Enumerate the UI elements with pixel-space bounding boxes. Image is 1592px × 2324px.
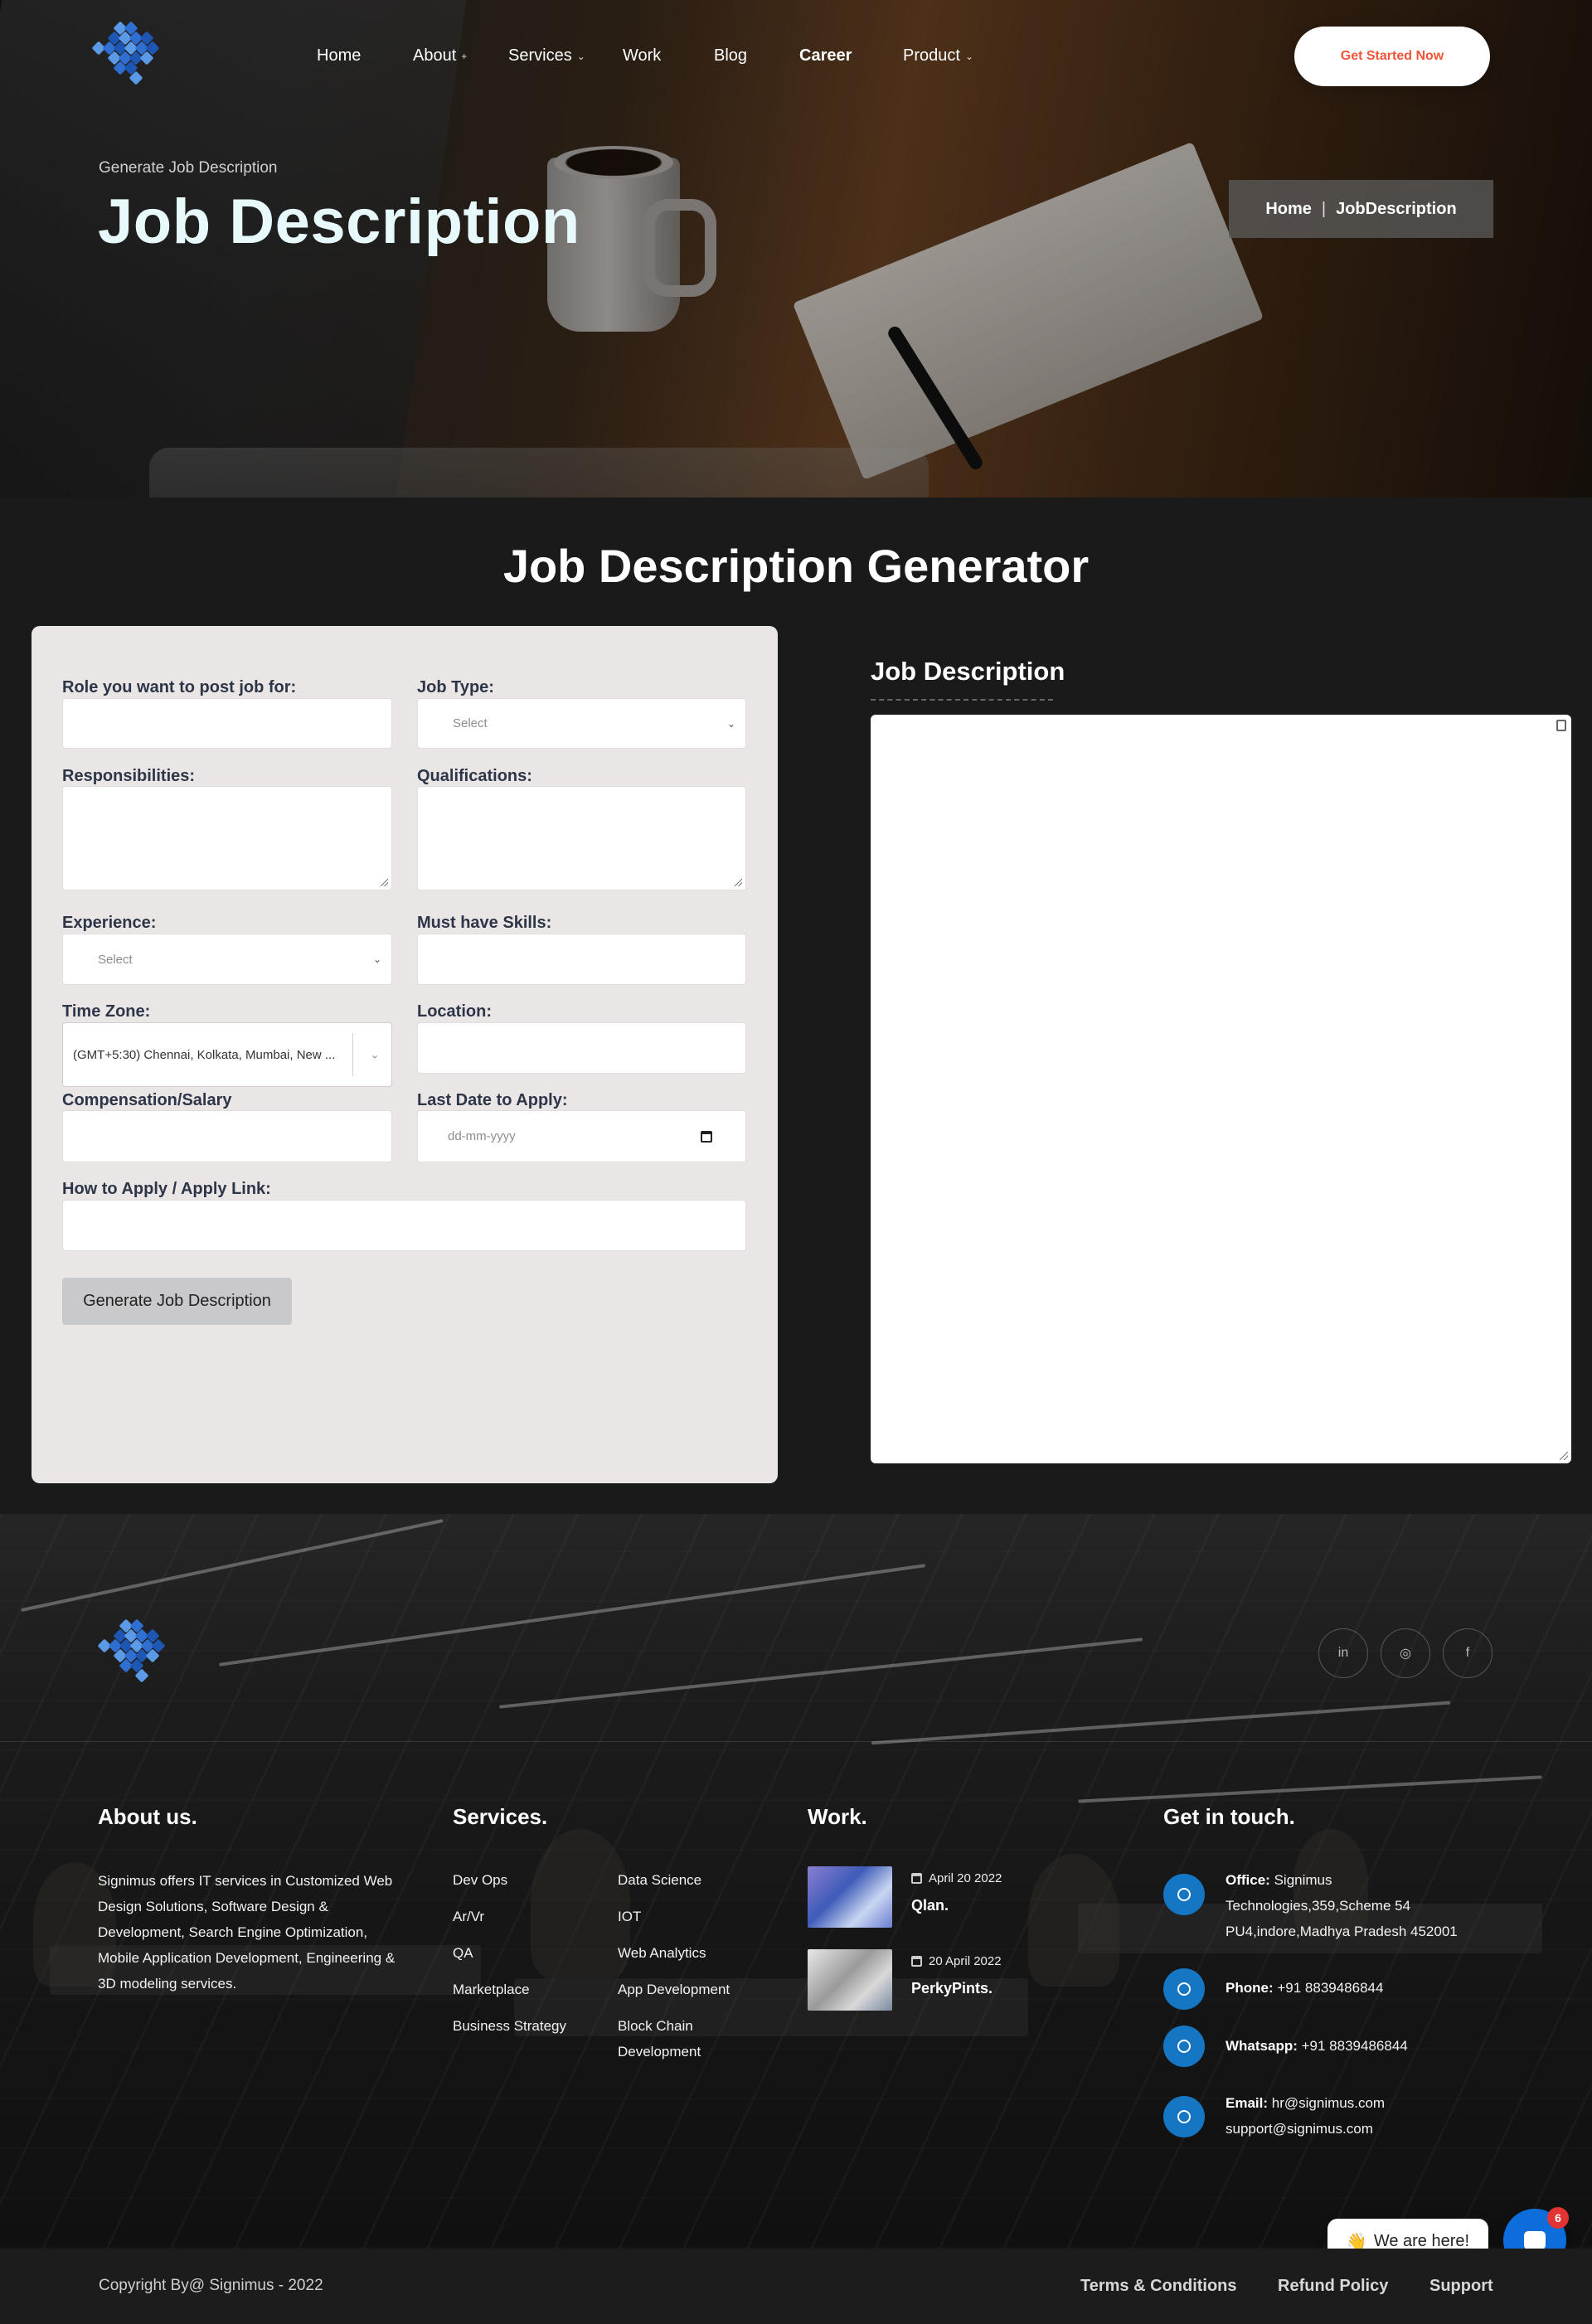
resize-handle[interactable] xyxy=(1560,1452,1568,1460)
service-link[interactable]: Ar/Vr xyxy=(453,1904,484,1929)
work-thumbnail[interactable] xyxy=(808,1949,892,2011)
contact-title: Get in touch. xyxy=(1163,1804,1295,1829)
about-title: About us. xyxy=(98,1804,197,1829)
service-link[interactable]: Block Chain Development xyxy=(618,2013,742,2064)
phone-icon xyxy=(1163,1968,1205,2010)
services-title: Services. xyxy=(453,1804,548,1829)
chevron-down-icon: ⌄ xyxy=(576,50,585,62)
breadcrumb-separator: | xyxy=(1321,199,1327,218)
chevron-down-icon: ⌄ xyxy=(726,717,735,730)
role-input[interactable] xyxy=(62,698,392,749)
breadcrumb-home-link[interactable]: Home xyxy=(1265,200,1312,219)
breadcrumb: Home | JobDescription xyxy=(1229,180,1493,238)
job-type-label: Job Type: xyxy=(417,678,494,696)
refund-policy-link[interactable]: Refund Policy xyxy=(1278,2277,1388,2296)
experience-select[interactable]: Select ⌄ xyxy=(62,934,392,985)
service-link[interactable]: Data Science xyxy=(618,1867,701,1893)
nav-item-home[interactable]: Home xyxy=(317,46,361,65)
copy-icon[interactable] xyxy=(1556,720,1566,731)
work-date: 20 April 2022 xyxy=(911,1954,1002,1968)
skills-label: Must have Skills: xyxy=(417,914,552,932)
about-text: Signimus offers IT services in Customize… xyxy=(98,1873,396,1992)
service-link[interactable]: Dev Ops xyxy=(453,1867,507,1893)
calendar-icon xyxy=(911,1956,922,1967)
nav-item-about[interactable]: About + xyxy=(413,46,467,65)
office-address: Office: Signimus Technologies,359,Scheme… xyxy=(1226,1872,1458,1939)
facebook-icon[interactable]: f xyxy=(1443,1628,1492,1678)
footer-logo[interactable] xyxy=(97,1618,174,1689)
service-link[interactable]: Marketplace xyxy=(453,1977,530,2002)
nav-item-work[interactable]: Work xyxy=(623,46,661,65)
service-link[interactable]: Business Strategy xyxy=(453,2013,566,2039)
service-link[interactable]: IOT xyxy=(618,1904,641,1929)
page-subtitle: Generate Job Description xyxy=(99,159,278,177)
location-pin-icon xyxy=(1163,1874,1205,1915)
nav-item-blog[interactable]: Blog xyxy=(714,46,747,65)
apply-link-input[interactable] xyxy=(62,1200,746,1251)
chevron-down-icon: ⌄ xyxy=(372,953,381,965)
page-title: Job Description xyxy=(98,187,580,257)
whatsapp-icon xyxy=(1163,2026,1205,2067)
service-link[interactable]: App Development xyxy=(618,1977,730,2002)
get-started-button[interactable]: Get Started Now xyxy=(1294,27,1490,86)
copyright-text: Copyright By@ Signimus - 2022 xyxy=(99,2277,323,2294)
nav-item-product[interactable]: Product ⌄ xyxy=(903,46,973,65)
timezone-label: Time Zone: xyxy=(62,1002,151,1021)
nav-item-career[interactable]: Career xyxy=(799,46,852,65)
service-link[interactable]: Web Analytics xyxy=(618,1940,706,1966)
work-title: Work. xyxy=(808,1804,867,1829)
chat-unread-badge: 6 xyxy=(1547,2207,1569,2229)
skills-input[interactable] xyxy=(417,934,746,985)
breadcrumb-current: JobDescription xyxy=(1336,199,1457,218)
output-title: Job Description xyxy=(871,657,1065,686)
apply-link-label: How to Apply / Apply Link: xyxy=(62,1180,271,1198)
qualifications-label: Qualifications: xyxy=(417,767,532,785)
plus-icon: + xyxy=(461,50,468,62)
calendar-icon[interactable] xyxy=(701,1130,712,1143)
whatsapp-info[interactable]: Whatsapp: +91 8839486844 xyxy=(1226,2033,1524,2059)
nav-item-services[interactable]: Services ⌄ xyxy=(508,46,585,65)
last-date-input[interactable]: dd-mm-yyyy xyxy=(417,1110,746,1162)
support-link[interactable]: Support xyxy=(1429,2277,1493,2296)
chevron-down-icon: ⌄ xyxy=(964,50,973,62)
phone-info[interactable]: Phone: +91 8839486844 xyxy=(1226,1975,1524,2001)
experience-label: Experience: xyxy=(62,914,157,932)
responsibilities-textarea[interactable] xyxy=(62,786,392,890)
location-input[interactable] xyxy=(417,1022,746,1074)
calendar-icon xyxy=(911,1873,922,1884)
last-date-label: Last Date to Apply: xyxy=(417,1091,568,1109)
work-item-name[interactable]: Qlan. xyxy=(911,1897,949,1914)
terms-link[interactable]: Terms & Conditions xyxy=(1080,2277,1237,2296)
work-thumbnail[interactable] xyxy=(808,1866,892,1928)
location-label: Location: xyxy=(417,1002,492,1021)
work-date: April 20 2022 xyxy=(911,1871,1002,1885)
output-title-divider xyxy=(871,699,1053,701)
chevron-down-icon: ⌄ xyxy=(370,1047,380,1061)
responsibilities-label: Responsibilities: xyxy=(62,767,196,785)
email-info[interactable]: Email: hr@signimus.com support@signimus.… xyxy=(1226,2090,1524,2142)
role-label: Role you want to post job for: xyxy=(62,678,297,696)
job-type-select[interactable]: Select ⌄ xyxy=(417,698,746,749)
instagram-icon[interactable]: ◎ xyxy=(1381,1628,1430,1678)
generator-title: Job Description Generator xyxy=(502,540,1090,592)
linkedin-icon[interactable]: in xyxy=(1318,1628,1368,1678)
email-icon xyxy=(1163,2096,1205,2137)
salary-input[interactable] xyxy=(62,1110,392,1162)
salary-label: Compensation/Salary xyxy=(62,1091,232,1109)
qualifications-textarea[interactable] xyxy=(417,786,746,890)
work-item-name[interactable]: PerkyPints. xyxy=(911,1980,993,1997)
job-description-output[interactable] xyxy=(871,715,1571,1463)
chat-icon xyxy=(1524,2231,1546,2254)
generate-job-description-button[interactable]: Generate Job Description xyxy=(62,1278,292,1325)
service-link[interactable]: QA xyxy=(453,1940,473,1966)
timezone-select[interactable]: (GMT+5:30) Chennai, Kolkata, Mumbai, New… xyxy=(62,1022,392,1087)
